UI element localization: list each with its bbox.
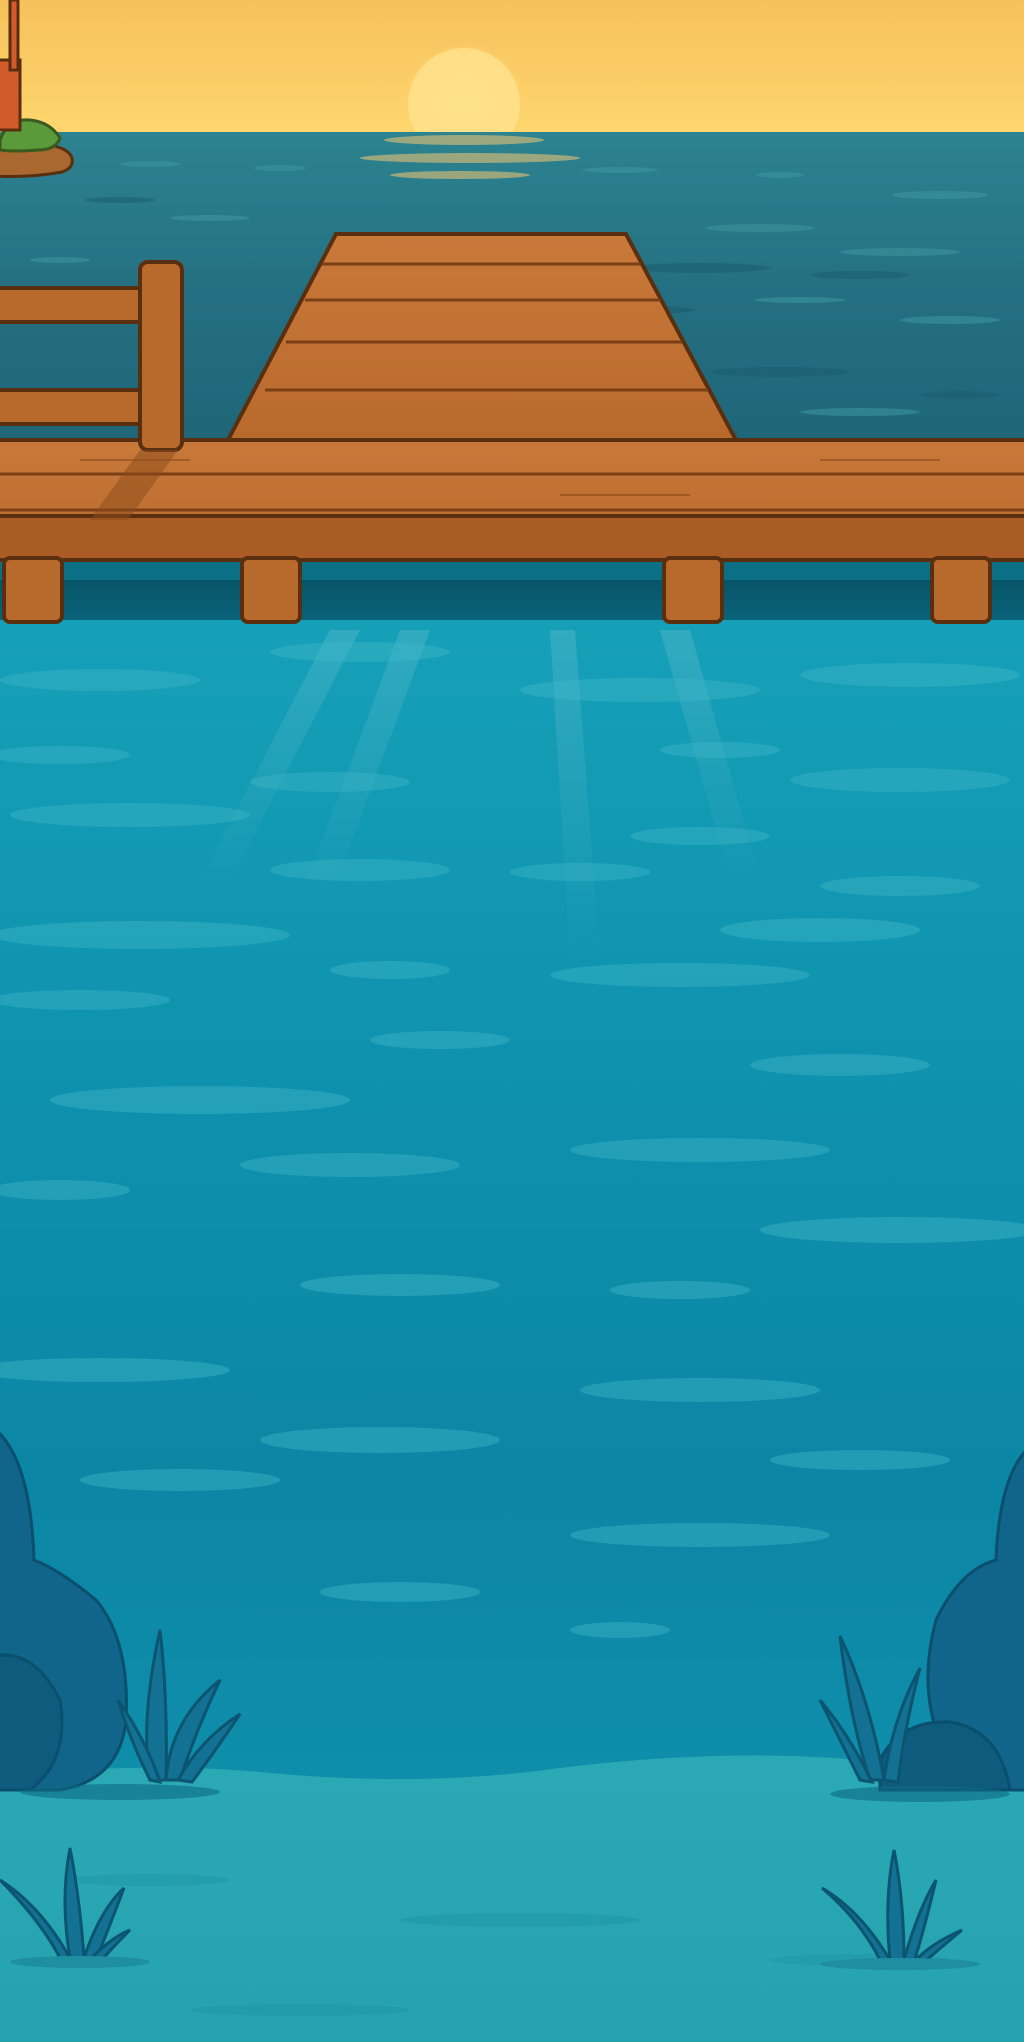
scene-svg	[0, 0, 1024, 2042]
game-scene	[0, 0, 1024, 2042]
underwater-area	[0, 620, 1024, 1780]
